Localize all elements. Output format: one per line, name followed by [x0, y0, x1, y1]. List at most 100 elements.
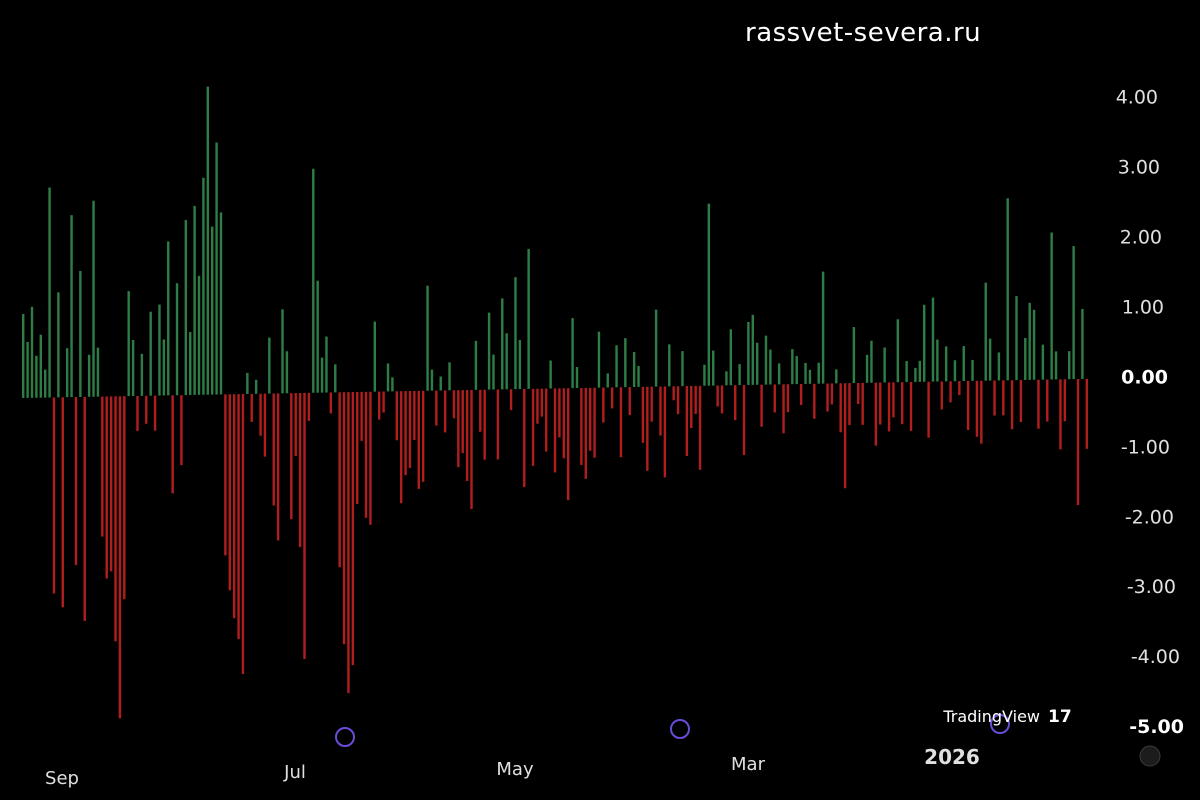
tradingview-logo[interactable]: TradingView 17 — [942, 707, 1071, 727]
bar-negative — [685, 386, 689, 457]
bar-positive — [514, 277, 517, 390]
bar-positive — [606, 373, 609, 388]
bar-negative — [294, 393, 297, 457]
bar-negative — [619, 387, 623, 458]
bar-negative — [461, 390, 464, 454]
bar-negative — [562, 388, 566, 459]
bar-negative — [408, 391, 412, 469]
bar-negative — [329, 392, 333, 414]
bar-negative — [399, 391, 403, 504]
bar-negative — [901, 382, 904, 425]
bar-positive — [26, 341, 29, 398]
bar-negative — [980, 380, 983, 444]
bar-positive — [918, 360, 922, 382]
bar-positive — [1028, 302, 1031, 380]
bar-positive — [175, 283, 179, 396]
bar-negative — [417, 390, 420, 489]
event-marker-icon[interactable] — [670, 719, 690, 739]
bar-negative — [470, 389, 473, 509]
bar-negative — [342, 392, 346, 645]
bar-negative — [496, 389, 500, 460]
bar-negative — [145, 395, 148, 424]
bar-positive — [281, 309, 284, 394]
bar-positive — [140, 353, 144, 396]
bar-negative — [659, 386, 662, 436]
bar-positive — [373, 321, 377, 392]
bar-negative — [435, 390, 438, 426]
bar-negative — [360, 391, 363, 441]
bar-positive — [681, 351, 684, 387]
bar-negative — [690, 385, 693, 428]
bar-negative — [114, 396, 117, 642]
settings-icon[interactable] — [1139, 745, 1161, 767]
bar-positive — [632, 352, 636, 387]
x-tick-label: Jul — [283, 762, 306, 783]
bar-negative — [105, 396, 108, 579]
bar-negative — [232, 394, 236, 619]
bar-negative — [509, 389, 513, 411]
bar-positive — [795, 356, 798, 385]
x-tick-label: 2026 — [924, 745, 980, 769]
bar-positive — [777, 363, 781, 385]
y-tick-label: 3.00 — [1118, 157, 1160, 179]
bar-negative — [83, 396, 86, 621]
bar-negative — [641, 386, 645, 443]
bar-positive — [57, 292, 60, 398]
bar-positive — [246, 372, 249, 394]
bar-positive — [615, 345, 618, 388]
bar-positive — [997, 352, 1001, 381]
bar-negative — [716, 385, 719, 407]
y-tick-label: 4.00 — [1116, 87, 1158, 109]
bar-negative — [628, 387, 631, 416]
bar-negative — [298, 393, 302, 548]
bar-positive — [1068, 351, 1071, 380]
bar-negative — [861, 382, 864, 425]
y-tick-label: -4.00 — [1131, 646, 1180, 668]
bar-positive — [764, 335, 768, 385]
bar-positive — [193, 205, 196, 395]
bar-negative — [523, 388, 526, 487]
bar-positive — [131, 340, 135, 397]
bar-positive — [1024, 337, 1027, 380]
bar-positive — [167, 241, 170, 396]
bar-negative — [228, 394, 231, 591]
bar-negative — [536, 388, 539, 424]
bar-positive — [896, 319, 900, 383]
bar-positive — [1054, 351, 1058, 380]
bar-positive — [197, 275, 201, 395]
y-tick-label: 0.00 — [1121, 366, 1168, 388]
bar-negative — [799, 384, 803, 405]
bar-positive — [268, 337, 271, 394]
bar-negative — [171, 395, 174, 494]
bar-negative — [290, 393, 293, 520]
bar-negative — [734, 385, 737, 421]
chart-screen: 4.00 3.00 2.00 1.00 0.00 -1.00 -2.00 -3.00 -4.00… — [0, 0, 1200, 800]
bar-negative — [545, 388, 548, 452]
bar-positive — [804, 362, 807, 384]
bar-negative — [720, 385, 724, 414]
bar-negative — [180, 395, 183, 466]
bar-negative — [479, 389, 482, 432]
bar-positive — [312, 168, 315, 393]
bar-positive — [202, 177, 205, 395]
bar-negative — [940, 381, 943, 410]
bar-negative — [558, 388, 561, 438]
bar-negative — [1063, 379, 1067, 422]
bar-positive — [149, 311, 152, 396]
bar-positive — [320, 357, 324, 393]
y-tick-label: -5.00 — [1129, 716, 1184, 738]
y-tick-label: 1.00 — [1122, 296, 1164, 318]
event-marker-icon[interactable] — [335, 727, 355, 747]
bar-positive — [703, 364, 706, 386]
bar-negative — [382, 391, 385, 413]
bar-negative — [676, 386, 680, 415]
bar-negative — [742, 385, 746, 456]
bar-negative — [663, 386, 667, 478]
bar-negative — [303, 392, 306, 659]
bar-positive — [769, 349, 772, 385]
bar-negative — [483, 389, 486, 460]
bar-positive — [821, 271, 825, 384]
bar-positive — [501, 298, 504, 390]
bar-negative — [813, 383, 816, 419]
bar-positive — [1081, 308, 1084, 379]
